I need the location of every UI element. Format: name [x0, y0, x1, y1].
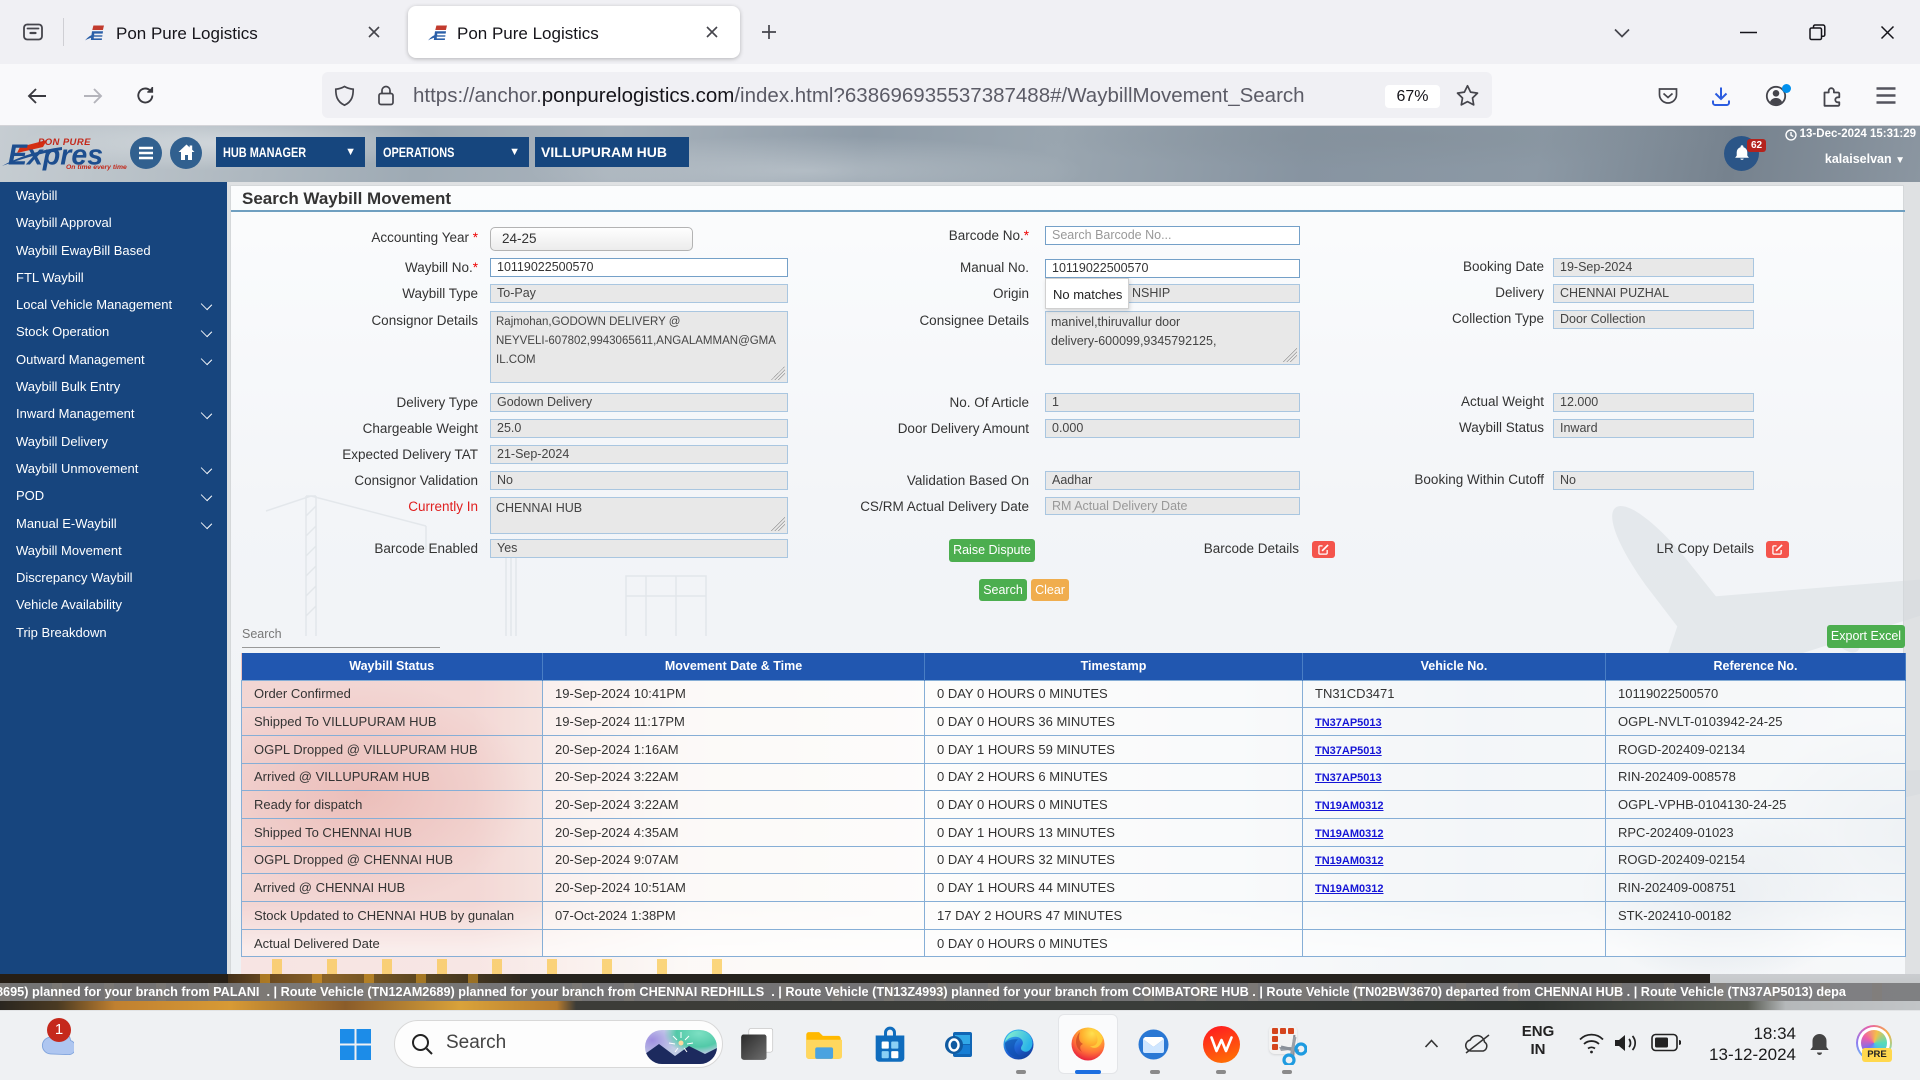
svg-text:On time every time: On time every time — [66, 164, 127, 171]
